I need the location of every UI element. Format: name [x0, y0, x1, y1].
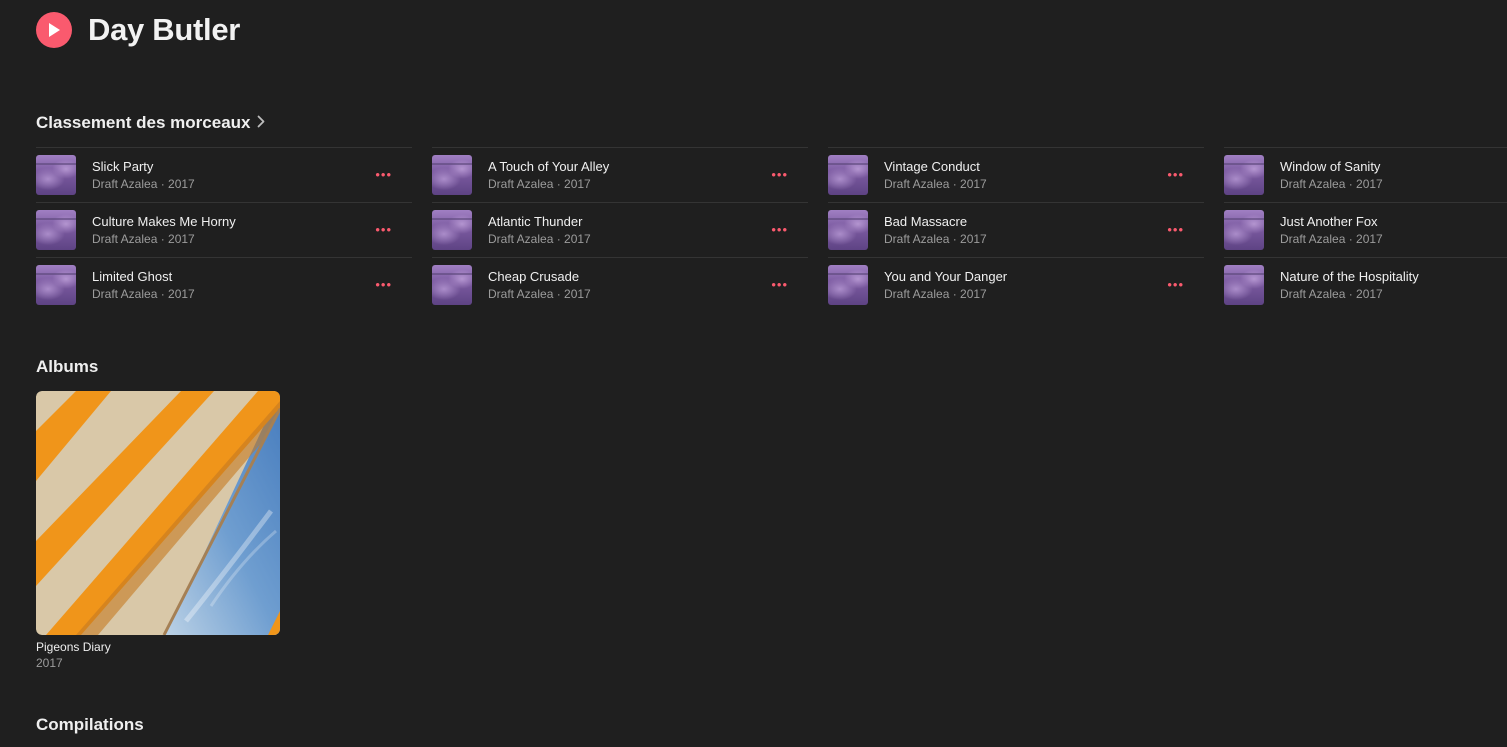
more-icon[interactable]: •••	[375, 223, 392, 236]
song-row[interactable]: Atlantic Thunder Draft Azalea · 2017 •••	[432, 202, 808, 257]
song-row[interactable]: Nature of the Hospitality Draft Azalea · …	[1224, 257, 1507, 312]
song-title: Limited Ghost	[92, 268, 173, 284]
top-songs-heading-link[interactable]: Classement des morceaux	[36, 113, 265, 133]
albums-heading: Albums	[36, 357, 99, 376]
song-title: Culture Makes Me Horny	[92, 213, 236, 229]
song-text: Culture Makes Me Horny Draft Azalea · 201…	[92, 214, 236, 247]
song-artwork	[828, 155, 868, 195]
more-icon[interactable]: •••	[1167, 223, 1184, 236]
chevron-right-icon	[257, 113, 265, 133]
song-artwork	[828, 210, 868, 250]
song-title: Vintage Conduct	[884, 158, 980, 174]
song-title: Slick Party	[92, 158, 154, 174]
song-row[interactable]: A Touch of Your Alley Draft Azalea · 2017…	[432, 147, 808, 202]
song-text: Just Another Fox Draft Azalea · 2017	[1280, 214, 1383, 247]
top-songs-grid: Slick Party Draft Azalea · 2017 ••• A Touch…	[36, 147, 1507, 312]
song-subtitle: Draft Azalea · 2017	[92, 231, 195, 246]
song-subtitle: Draft Azalea · 2017	[1280, 176, 1383, 191]
song-text: Slick Party Draft Azalea · 2017	[92, 159, 195, 192]
song-subtitle: Draft Azalea · 2017	[884, 231, 987, 246]
song-title: Just Another Fox	[1280, 213, 1378, 229]
artist-name: Day Butler	[88, 12, 241, 47]
song-artwork	[36, 210, 76, 250]
compilations-heading: Compilations	[36, 715, 144, 734]
song-subtitle: Draft Azalea · 2017	[488, 176, 591, 191]
album-title: Pigeons Diary	[36, 640, 111, 654]
song-artwork	[432, 265, 472, 305]
song-title: Nature of the Hospitality	[1280, 268, 1419, 284]
song-artwork	[1224, 265, 1264, 305]
artist-page: Day Butler Classement des morceaux Slick…	[0, 0, 1507, 747]
song-artwork	[36, 265, 76, 305]
song-text: Nature of the Hospitality Draft Azalea · …	[1280, 269, 1419, 302]
song-artwork	[828, 265, 868, 305]
song-subtitle: Draft Azalea · 2017	[488, 286, 591, 301]
song-row[interactable]: Just Another Fox Draft Azalea · 2017	[1224, 202, 1507, 257]
album-cover	[36, 391, 280, 635]
song-row[interactable]: Limited Ghost Draft Azalea · 2017 •••	[36, 257, 412, 312]
song-subtitle: Draft Azalea · 2017	[92, 176, 195, 191]
song-title: Bad Massacre	[884, 213, 968, 229]
song-text: Window of Sanity Draft Azalea · 2017	[1280, 159, 1383, 192]
song-title: You and Your Danger	[884, 268, 1008, 284]
song-text: Cheap Crusade Draft Azalea · 2017	[488, 269, 591, 302]
more-icon[interactable]: •••	[771, 168, 788, 181]
top-songs-heading: Classement des morceaux	[36, 113, 251, 132]
artist-header: Day Butler	[36, 12, 240, 48]
song-artwork	[1224, 155, 1264, 195]
song-subtitle: Draft Azalea · 2017	[92, 286, 195, 301]
song-subtitle: Draft Azalea · 2017	[884, 286, 987, 301]
album-year: 2017	[36, 656, 63, 670]
more-icon[interactable]: •••	[375, 278, 392, 291]
song-title: Cheap Crusade	[488, 268, 580, 284]
more-icon[interactable]: •••	[1167, 278, 1184, 291]
song-row[interactable]: Bad Massacre Draft Azalea · 2017 •••	[828, 202, 1204, 257]
song-row[interactable]: Culture Makes Me Horny Draft Azalea · 201…	[36, 202, 412, 257]
play-button[interactable]	[36, 12, 72, 48]
album-card[interactable]: Pigeons Diary 2017	[36, 391, 280, 671]
song-subtitle: Draft Azalea · 2017	[1280, 286, 1383, 301]
song-row[interactable]: Window of Sanity Draft Azalea · 2017	[1224, 147, 1507, 202]
song-title: A Touch of Your Alley	[488, 158, 610, 174]
song-title: Atlantic Thunder	[488, 213, 583, 229]
more-icon[interactable]: •••	[1167, 168, 1184, 181]
song-title: Window of Sanity	[1280, 158, 1381, 174]
song-text: Bad Massacre Draft Azalea · 2017	[884, 214, 987, 247]
song-text: Vintage Conduct Draft Azalea · 2017	[884, 159, 987, 192]
song-artwork	[1224, 210, 1264, 250]
song-text: Limited Ghost Draft Azalea · 2017	[92, 269, 195, 302]
song-row[interactable]: Vintage Conduct Draft Azalea · 2017 •••	[828, 147, 1204, 202]
more-icon[interactable]: •••	[375, 168, 392, 181]
song-row[interactable]: Cheap Crusade Draft Azalea · 2017 •••	[432, 257, 808, 312]
play-icon	[49, 23, 60, 37]
song-subtitle: Draft Azalea · 2017	[488, 231, 591, 246]
song-row[interactable]: Slick Party Draft Azalea · 2017 •••	[36, 147, 412, 202]
song-row[interactable]: You and Your Danger Draft Azalea · 2017 ••…	[828, 257, 1204, 312]
song-text: You and Your Danger Draft Azalea · 2017	[884, 269, 1007, 302]
song-subtitle: Draft Azalea · 2017	[1280, 231, 1383, 246]
more-icon[interactable]: •••	[771, 223, 788, 236]
song-artwork	[432, 155, 472, 195]
song-artwork	[432, 210, 472, 250]
song-text: A Touch of Your Alley Draft Azalea · 2017	[488, 159, 609, 192]
song-text: Atlantic Thunder Draft Azalea · 2017	[488, 214, 591, 247]
song-artwork	[36, 155, 76, 195]
more-icon[interactable]: •••	[771, 278, 788, 291]
song-subtitle: Draft Azalea · 2017	[884, 176, 987, 191]
